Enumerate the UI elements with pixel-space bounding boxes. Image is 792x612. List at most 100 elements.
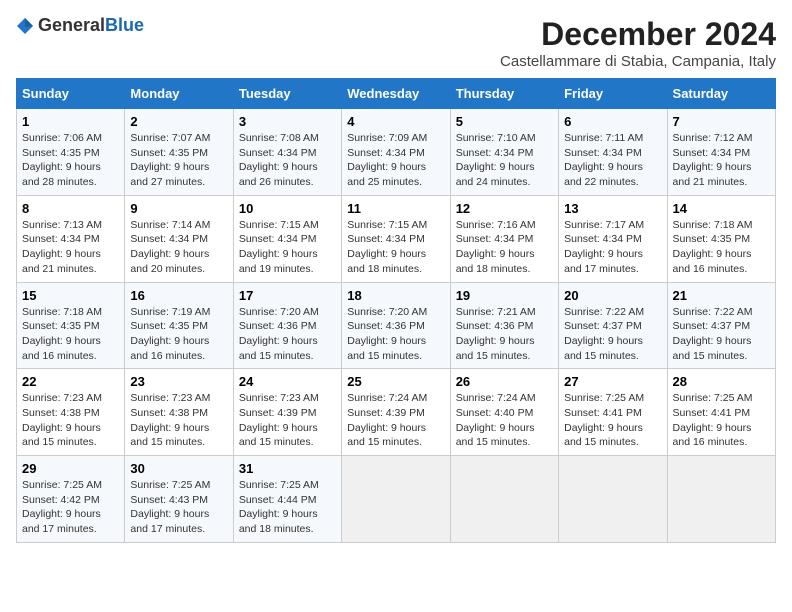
calendar-cell: 16Sunrise: 7:19 AMSunset: 4:35 PMDayligh…	[125, 282, 233, 369]
calendar-cell: 11Sunrise: 7:15 AMSunset: 4:34 PMDayligh…	[342, 195, 450, 282]
page-header: GeneralBlue December 2024 Castellammare …	[16, 16, 776, 70]
day-number: 11	[347, 201, 444, 216]
calendar-cell: 13Sunrise: 7:17 AMSunset: 4:34 PMDayligh…	[559, 195, 667, 282]
sunset-text: Sunset: 4:41 PM	[673, 406, 770, 421]
sunset-text: Sunset: 4:35 PM	[22, 146, 119, 161]
day-number: 23	[130, 374, 227, 389]
daylight-text: Daylight: 9 hours and 18 minutes.	[456, 247, 553, 276]
day-number: 17	[239, 288, 336, 303]
daylight-text: Daylight: 9 hours and 16 minutes.	[673, 421, 770, 450]
week-row-1: 1Sunrise: 7:06 AMSunset: 4:35 PMDaylight…	[17, 109, 776, 196]
day-number: 20	[564, 288, 661, 303]
day-number: 21	[673, 288, 770, 303]
header-row: SundayMondayTuesdayWednesdayThursdayFrid…	[17, 79, 776, 109]
sunrise-text: Sunrise: 7:23 AM	[239, 391, 336, 406]
calendar-cell	[559, 456, 667, 543]
calendar-cell: 29Sunrise: 7:25 AMSunset: 4:42 PMDayligh…	[17, 456, 125, 543]
sunrise-text: Sunrise: 7:09 AM	[347, 131, 444, 146]
calendar-cell: 21Sunrise: 7:22 AMSunset: 4:37 PMDayligh…	[667, 282, 775, 369]
day-number: 31	[239, 461, 336, 476]
day-detail: Sunrise: 7:25 AMSunset: 4:41 PMDaylight:…	[673, 391, 770, 450]
day-detail: Sunrise: 7:08 AMSunset: 4:34 PMDaylight:…	[239, 131, 336, 190]
sunrise-text: Sunrise: 7:06 AM	[22, 131, 119, 146]
sunset-text: Sunset: 4:36 PM	[239, 319, 336, 334]
calendar-cell: 25 Sunrise: 7:24 AMSunset: 4:39 PMDayligh…	[342, 369, 450, 456]
day-detail: Sunrise: 7:10 AMSunset: 4:34 PMDaylight:…	[456, 131, 553, 190]
daylight-text: Daylight: 9 hours and 24 minutes.	[456, 160, 553, 189]
daylight-text: Daylight: 9 hours and 15 minutes.	[239, 421, 336, 450]
column-header-wednesday: Wednesday	[342, 79, 450, 109]
day-detail: Sunrise: 7:23 AMSunset: 4:38 PMDaylight:…	[22, 391, 119, 450]
day-number: 12	[456, 201, 553, 216]
title-block: December 2024 Castellammare di Stabia, C…	[500, 16, 776, 70]
logo-text-blue: Blue	[105, 15, 144, 35]
calendar-title: December 2024	[500, 16, 776, 53]
calendar-cell: 4Sunrise: 7:09 AMSunset: 4:34 PMDaylight…	[342, 109, 450, 196]
day-number: 10	[239, 201, 336, 216]
day-number: 19	[456, 288, 553, 303]
day-number: 24	[239, 374, 336, 389]
calendar-cell: 24Sunrise: 7:23 AMSunset: 4:39 PMDayligh…	[233, 369, 341, 456]
day-number: 13	[564, 201, 661, 216]
daylight-text: Daylight: 9 hours and 27 minutes.	[130, 160, 227, 189]
daylight-text: Daylight: 9 hours and 26 minutes.	[239, 160, 336, 189]
daylight-text: Daylight: 9 hours and 18 minutes.	[347, 247, 444, 276]
calendar-cell	[450, 456, 558, 543]
daylight-text: Daylight: 9 hours and 19 minutes.	[239, 247, 336, 276]
calendar-body: 1Sunrise: 7:06 AMSunset: 4:35 PMDaylight…	[17, 109, 776, 543]
day-detail: Sunrise: 7:12 AMSunset: 4:34 PMDaylight:…	[673, 131, 770, 190]
day-detail: Sunrise: 7:24 AMSunset: 4:39 PMDaylight:…	[347, 391, 444, 450]
sunrise-text: Sunrise: 7:25 AM	[239, 478, 336, 493]
calendar-cell: 10Sunrise: 7:15 AMSunset: 4:34 PMDayligh…	[233, 195, 341, 282]
daylight-text: Daylight: 9 hours and 15 minutes.	[22, 421, 119, 450]
sunset-text: Sunset: 4:38 PM	[130, 406, 227, 421]
calendar-header: SundayMondayTuesdayWednesdayThursdayFrid…	[17, 79, 776, 109]
sunrise-text: Sunrise: 7:18 AM	[22, 305, 119, 320]
day-detail: Sunrise: 7:11 AMSunset: 4:34 PMDaylight:…	[564, 131, 661, 190]
day-detail: Sunrise: 7:14 AMSunset: 4:34 PMDaylight:…	[130, 218, 227, 277]
day-number: 22	[22, 374, 119, 389]
daylight-text: Daylight: 9 hours and 25 minutes.	[347, 160, 444, 189]
day-number: 25	[347, 374, 444, 389]
day-number: 18	[347, 288, 444, 303]
calendar-cell: 17Sunrise: 7:20 AMSunset: 4:36 PMDayligh…	[233, 282, 341, 369]
sunrise-text: Sunrise: 7:16 AM	[456, 218, 553, 233]
week-row-5: 29Sunrise: 7:25 AMSunset: 4:42 PMDayligh…	[17, 456, 776, 543]
calendar-cell: 23Sunrise: 7:23 AMSunset: 4:38 PMDayligh…	[125, 369, 233, 456]
calendar-cell: 7 Sunrise: 7:12 AMSunset: 4:34 PMDaylight…	[667, 109, 775, 196]
sunrise-text: Sunrise: 7:14 AM	[130, 218, 227, 233]
sunset-text: Sunset: 4:34 PM	[347, 146, 444, 161]
sunrise-text: Sunrise: 7:25 AM	[673, 391, 770, 406]
day-number: 30	[130, 461, 227, 476]
calendar-cell: 1Sunrise: 7:06 AMSunset: 4:35 PMDaylight…	[17, 109, 125, 196]
sunset-text: Sunset: 4:34 PM	[239, 146, 336, 161]
sunrise-text: Sunrise: 7:12 AM	[673, 131, 770, 146]
calendar-cell: 6Sunrise: 7:11 AMSunset: 4:34 PMDaylight…	[559, 109, 667, 196]
week-row-4: 22Sunrise: 7:23 AMSunset: 4:38 PMDayligh…	[17, 369, 776, 456]
day-number: 7	[673, 114, 770, 129]
sunrise-text: Sunrise: 7:07 AM	[130, 131, 227, 146]
daylight-text: Daylight: 9 hours and 15 minutes.	[673, 334, 770, 363]
calendar-cell: 22 Sunrise: 7:23 AMSunset: 4:38 PMDayligh…	[17, 369, 125, 456]
day-detail: Sunrise: 7:13 AMSunset: 4:34 PMDaylight:…	[22, 218, 119, 277]
daylight-text: Daylight: 9 hours and 16 minutes.	[22, 334, 119, 363]
sunset-text: Sunset: 4:34 PM	[347, 232, 444, 247]
sunrise-text: Sunrise: 7:22 AM	[673, 305, 770, 320]
calendar-cell: 20 Sunrise: 7:22 AMSunset: 4:37 PMDayligh…	[559, 282, 667, 369]
day-detail: Sunrise: 7:24 AMSunset: 4:40 PMDaylight:…	[456, 391, 553, 450]
sunset-text: Sunset: 4:34 PM	[673, 146, 770, 161]
day-detail: Sunrise: 7:25 AMSunset: 4:44 PMDaylight:…	[239, 478, 336, 537]
calendar-cell: 8Sunrise: 7:13 AMSunset: 4:34 PMDaylight…	[17, 195, 125, 282]
calendar-cell: 5Sunrise: 7:10 AMSunset: 4:34 PMDaylight…	[450, 109, 558, 196]
daylight-text: Daylight: 9 hours and 16 minutes.	[673, 247, 770, 276]
calendar-cell: 2Sunrise: 7:07 AMSunset: 4:35 PMDaylight…	[125, 109, 233, 196]
sunset-text: Sunset: 4:34 PM	[564, 232, 661, 247]
sunrise-text: Sunrise: 7:23 AM	[22, 391, 119, 406]
calendar-cell: 26Sunrise: 7:24 AMSunset: 4:40 PMDayligh…	[450, 369, 558, 456]
daylight-text: Daylight: 9 hours and 21 minutes.	[673, 160, 770, 189]
day-detail: Sunrise: 7:22 AMSunset: 4:37 PMDaylight:…	[564, 305, 661, 364]
sunrise-text: Sunrise: 7:25 AM	[564, 391, 661, 406]
sunrise-text: Sunrise: 7:23 AM	[130, 391, 227, 406]
calendar-cell: 12Sunrise: 7:16 AMSunset: 4:34 PMDayligh…	[450, 195, 558, 282]
day-number: 14	[673, 201, 770, 216]
